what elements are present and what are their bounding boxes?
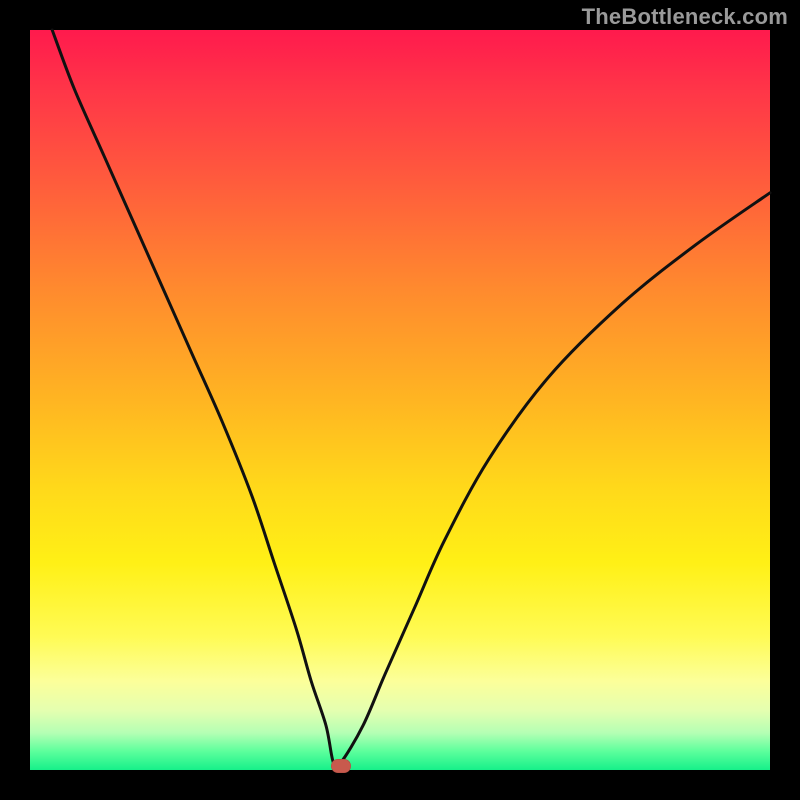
min-marker	[331, 759, 351, 773]
chart-frame: TheBottleneck.com	[0, 0, 800, 800]
watermark-text: TheBottleneck.com	[582, 4, 788, 30]
curve-svg	[30, 30, 770, 770]
plot-area	[30, 30, 770, 770]
bottleneck-curve-path	[52, 30, 770, 767]
